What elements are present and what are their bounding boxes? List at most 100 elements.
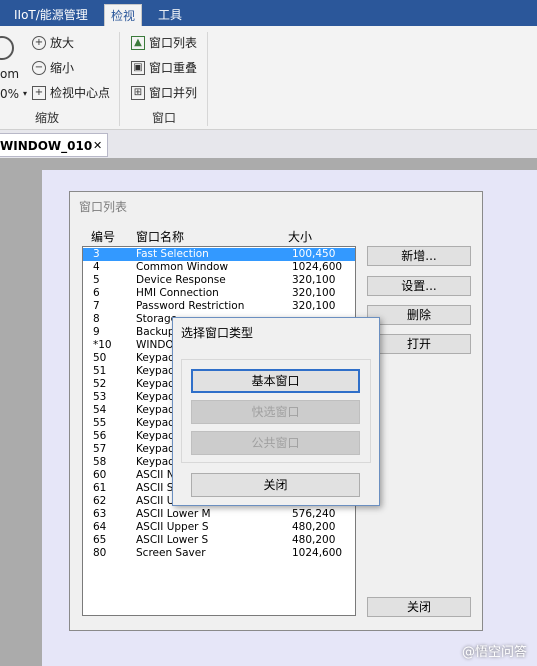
document-tab[interactable]: WINDOW_010 ✕ [0,133,108,157]
popup-title: 选择窗口类型 [181,326,254,340]
list-cell-no: 6 [93,287,100,299]
list-cell-no: 3 [93,248,100,260]
window-overlap-button[interactable]: ▣ 窗口重叠 [131,58,197,78]
view-center-button[interactable]: + 检视中心点 [32,83,110,103]
list-cell-no: 5 [93,274,100,286]
chevron-down-icon: ▾ [23,89,28,98]
list-cell-name: Keypad [136,456,175,468]
list-cell-no: 55 [93,417,107,429]
popup-close-button[interactable]: 关闭 [191,473,360,497]
list-cell-no: 61 [93,482,107,494]
list-cell-size: 320,100 [292,274,336,286]
ribbon-panel [0,26,537,130]
list-cell-no: 64 [93,521,107,533]
ribbon-divider [119,32,120,126]
list-cell-name: Backup [136,326,175,338]
list-cell-no: 65 [93,534,107,546]
list-cell-size: 320,100 [292,287,336,299]
list-item[interactable]: 6 HMI Connection 320,100 [83,287,355,300]
list-cell-no: 51 [93,365,107,377]
fast-selection-window-button[interactable]: 快选窗口 [191,400,360,424]
document-tab-label: WINDOW_010 [0,139,93,153]
ribbon-divider [207,32,208,126]
list-cell-size: 1024,600 [292,547,343,559]
list-cell-name: Keypad [136,417,175,429]
tab-iiot-energy[interactable]: IIoT/能源管理 [8,4,94,26]
list-cell-no: 50 [93,352,107,364]
settings-button[interactable]: 设置... [367,276,471,296]
list-cell-name: Keypad [136,391,175,403]
list-cell-no: 9 [93,326,100,338]
window-tile-icon: ⊞ [131,86,145,100]
list-item[interactable]: 65 ASCII Lower S 480,200 [83,534,355,547]
list-cell-name: Fast Selection [136,248,209,260]
list-item[interactable]: 7 Password Restriction 320,100 [83,300,355,313]
column-header-size: 大小 [288,230,313,244]
list-cell-name: Storage [136,313,178,325]
list-cell-name: ASCII Lower S [136,534,209,546]
list-cell-no: 8 [93,313,100,325]
dialog-title: 窗口列表 [79,200,128,214]
list-cell-size: 320,100 [292,300,336,312]
list-item[interactable]: 64 ASCII Upper S 480,200 [83,521,355,534]
list-cell-no: 54 [93,404,107,416]
list-cell-size: 576,240 [292,508,336,520]
list-cell-no: 60 [93,469,107,481]
list-cell-no: 4 [93,261,100,273]
list-cell-name: Keypad [136,443,175,455]
open-button[interactable]: 打开 [367,334,471,354]
list-cell-name: WINDO [136,339,174,351]
zoom-out-button[interactable]: − 缩小 [32,58,74,78]
list-cell-no: 7 [93,300,100,312]
column-header-number: 编号 [91,230,116,244]
list-cell-size: 480,200 [292,521,336,533]
list-cell-no: 62 [93,495,107,507]
list-item[interactable]: 63 ASCII Lower M 576,240 [83,508,355,521]
list-cell-no: 58 [93,456,107,468]
common-window-button[interactable]: 公共窗口 [191,431,360,455]
list-item[interactable]: 5 Device Response 320,100 [83,274,355,287]
zoom-group-label: 缩放 [35,111,60,125]
zoom-in-button[interactable]: + 放大 [32,33,74,53]
window-list-button[interactable]: ▲ 窗口列表 [131,33,197,53]
list-item[interactable]: 4 Common Window 1024,600 [83,261,355,274]
list-cell-no: 63 [93,508,107,520]
column-header-name: 窗口名称 [136,230,185,244]
list-item[interactable]: 3 Fast Selection 100,450 [83,248,355,261]
list-cell-name: ASCII Lower M [136,508,211,520]
list-cell-name: Common Window [136,261,229,273]
dialog-close-button[interactable]: 关闭 [367,597,471,617]
basic-window-button[interactable]: 基本窗口 [191,369,360,393]
list-cell-name: Keypad [136,430,175,442]
list-cell-name: ASCII N [136,469,175,481]
list-cell-name: Password Restriction [136,300,245,312]
list-cell-no: 57 [93,443,107,455]
tab-tools[interactable]: 工具 [152,4,188,26]
list-cell-name: ASCII S [136,482,174,494]
list-cell-no: 80 [93,547,107,559]
delete-button[interactable]: 删除 [367,305,471,325]
zoom-label: om [0,67,20,81]
zoom-value-dropdown[interactable]: 0% ▾ [0,84,27,104]
list-cell-name: HMI Connection [136,287,219,299]
list-cell-name: Keypad [136,404,175,416]
list-cell-no: *10 [93,339,112,351]
list-cell-name: Device Response [136,274,226,286]
new-button[interactable]: 新增... [367,246,471,266]
zoom-in-icon: + [32,36,46,50]
close-icon[interactable]: ✕ [93,134,102,158]
watermark: @悟空问答 [461,645,527,660]
list-cell-name: Keypad [136,378,175,390]
list-cell-name: ASCII U [136,495,175,507]
list-cell-no: 56 [93,430,107,442]
list-cell-size: 100,450 [292,248,336,260]
list-cell-size: 480,200 [292,534,336,546]
list-cell-name: Keypad [136,352,175,364]
window-tile-button[interactable]: ⊞ 窗口并列 [131,83,197,103]
zoom-out-icon: − [32,61,46,75]
list-cell-name: Screen Saver [136,547,206,559]
window-group-label: 窗口 [152,111,177,125]
window-list-icon: ▲ [131,36,145,50]
list-item[interactable]: 80 Screen Saver 1024,600 [83,547,355,560]
tab-view[interactable]: 检视 [104,4,143,27]
